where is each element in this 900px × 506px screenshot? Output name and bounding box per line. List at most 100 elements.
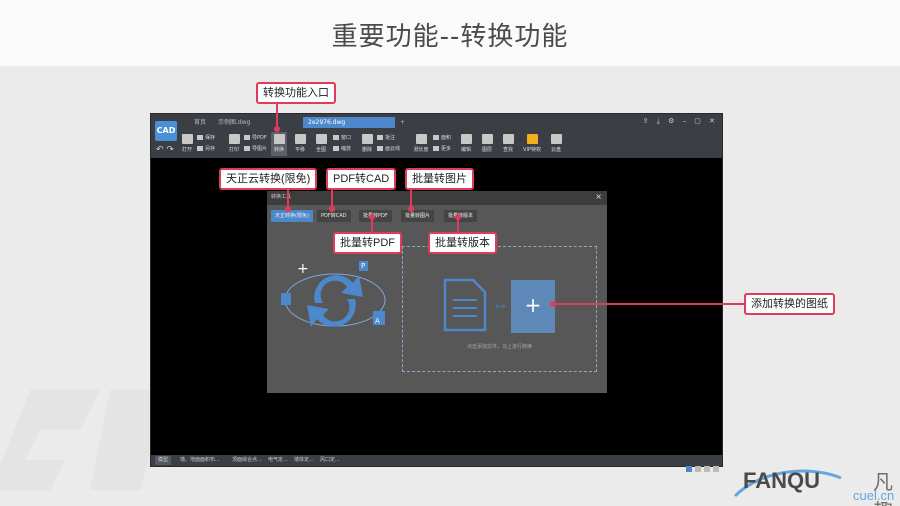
more-icon (433, 146, 439, 151)
brand-name: FANQU (743, 468, 820, 493)
add-file-button[interactable]: + (511, 280, 555, 333)
tab-batch-pdf[interactable]: 批量转PDF (359, 210, 392, 222)
convert-cycle-illustration (281, 261, 386, 327)
cad-letter: A (375, 317, 380, 325)
save-as-button[interactable]: 另存 (197, 145, 215, 152)
layers-icon (481, 134, 493, 144)
area-button[interactable]: 面积 (433, 134, 451, 141)
vip-button[interactable]: VIP特权 (522, 134, 542, 153)
callout-batch-image: 批量转图片 (405, 168, 474, 190)
edit-icon (460, 134, 472, 144)
window-zoom-icon (333, 135, 339, 140)
callout-line (410, 190, 412, 207)
open-button[interactable]: 打开 (180, 134, 194, 153)
callout-tianzheng: 天正云转换(限免) (219, 168, 318, 190)
cloud-line-button[interactable]: 画云线 (377, 145, 400, 152)
callout-pin (274, 126, 280, 132)
close-icon[interactable]: × (595, 192, 602, 201)
search-icon (502, 134, 514, 144)
document-icon (443, 278, 487, 332)
layers-button[interactable]: 图层 (480, 134, 494, 153)
status-tab-layout[interactable]: 墙体定... (291, 456, 317, 465)
callout-pin (329, 206, 335, 212)
status-tab-layout[interactable]: 顶面综合点... (229, 456, 265, 465)
edit-button[interactable]: 编辑 (459, 134, 473, 153)
pan-button[interactable]: 平移 (293, 134, 307, 153)
brand-url: cuel.cn (853, 488, 895, 503)
fit-icon (315, 134, 327, 144)
status-tab-layout[interactable]: 电气定... (265, 456, 291, 465)
delete-button[interactable]: 删除 (360, 134, 374, 153)
cycle-arrow-bottom (307, 299, 356, 327)
save-as-icon (197, 146, 203, 151)
callout-line (287, 190, 289, 207)
ribbon-toolbar: CAD ↶ ↷ 首页 示例图.dwg 2e2976.dwg + ⇪ ⤓ ⚙ – … (151, 114, 722, 158)
status-bar: 模型 墙、地面面积布... 顶面综合点... 电气定... 墙体定... 风口定… (151, 455, 722, 472)
image-icon (244, 146, 250, 151)
brand-watermark: FANQU 凡趣 cuel.cn (733, 458, 900, 506)
status-icons (683, 457, 719, 476)
window-controls[interactable]: ⇪ ⤓ ⚙ – ▢ ✕ (643, 117, 718, 126)
cloud-line-icon (377, 146, 383, 151)
more-button[interactable]: 更多 (433, 145, 451, 152)
export-image-button[interactable]: 导图片 (244, 145, 267, 152)
snap-toggle-icon[interactable] (695, 466, 701, 472)
print-button[interactable]: 打印 (227, 134, 241, 153)
save-button[interactable]: 保存 (197, 134, 215, 141)
save-icon (197, 135, 203, 140)
measure-icon (415, 134, 427, 144)
ortho-toggle-icon[interactable] (704, 466, 710, 472)
callout-batch-pdf: 批量转PDF (333, 232, 402, 254)
callout-convert-entry: 转换功能入口 (256, 82, 336, 104)
app-logo: CAD (155, 121, 177, 141)
dialog-header: 转换工具 × (267, 191, 607, 205)
plus-icon: + (297, 261, 309, 277)
cycle-arrow-top (314, 275, 363, 303)
cad-app-window: CAD ↶ ↷ 首页 示例图.dwg 2e2976.dwg + ⇪ ⤓ ⚙ – … (150, 113, 723, 472)
annotate-button[interactable]: 批注 (377, 134, 395, 141)
search-button[interactable]: 查找 (501, 134, 515, 153)
status-tab-model[interactable]: 模型 (155, 456, 172, 465)
convert-tool-dialog: 转换工具 × 天正转换(限免) PDF转CAD 批量转PDF 批量转图片 批量转… (267, 191, 607, 393)
callout-add-drawing: 添加转换的图纸 (744, 293, 835, 315)
pdf-icon (244, 135, 250, 140)
settings-icon[interactable] (713, 466, 719, 472)
doc-tab-home[interactable]: 首页 (189, 117, 211, 128)
callout-line (331, 190, 333, 207)
orbit-ring (284, 273, 386, 327)
file-drop-zone[interactable]: »» + 点击添加文件，马上进行转换 (402, 246, 597, 372)
slide-title: 重要功能--转换功能 (331, 22, 569, 52)
cloud-drive-button[interactable]: 云盘 (549, 134, 563, 153)
fit-all-button[interactable]: 全图 (314, 134, 328, 153)
pdf-letter: P (361, 262, 366, 270)
doc-tab-current[interactable]: 2e2976.dwg (303, 117, 395, 128)
zoom-button[interactable]: 缩放 (333, 145, 351, 152)
tab-batch-image[interactable]: 批量转图片 (401, 210, 435, 222)
callout-pin (455, 214, 461, 220)
measure-length-button[interactable]: 测长度 (412, 134, 430, 153)
doc-file-icon (281, 293, 291, 305)
convert-button[interactable]: 转换 (271, 132, 287, 156)
cloud-icon (550, 134, 562, 144)
window-zoom-button[interactable]: 窗口 (333, 134, 351, 141)
undo-redo-icon[interactable]: ↶ ↷ (156, 145, 174, 155)
callout-pin (550, 301, 556, 307)
tab-tianzheng-convert[interactable]: 天正转换(限免) (271, 210, 313, 222)
callout-line (553, 303, 745, 305)
callout-batch-version: 批量转版本 (428, 232, 497, 254)
vip-icon (526, 134, 538, 144)
drop-hint-text: 点击添加文件，马上进行转换 (466, 344, 532, 350)
zoom-icon (333, 146, 339, 151)
export-pdf-button[interactable]: 导PDF (244, 134, 267, 141)
doc-tab-sample[interactable]: 示例图.dwg (213, 117, 255, 128)
status-tab-layout[interactable]: 墙、地面面积布... (177, 456, 223, 465)
callout-pdf-to-cad: PDF转CAD (326, 168, 397, 190)
area-icon (433, 135, 439, 140)
convert-icon (273, 134, 285, 144)
tab-pdf-to-cad[interactable]: PDF转CAD (317, 210, 351, 222)
callout-pin (369, 214, 375, 220)
status-tab-layout[interactable]: 风口定... (317, 456, 343, 465)
grid-toggle-icon[interactable] (686, 466, 692, 472)
double-chevron-icon: »» (495, 302, 507, 312)
new-tab-button[interactable]: + (395, 117, 410, 128)
